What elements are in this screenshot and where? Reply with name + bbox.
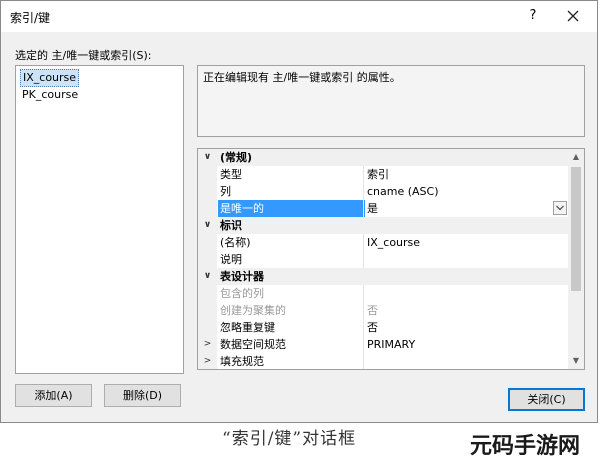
expand-toggle-icon[interactable]: > <box>198 353 217 369</box>
property-name: 列 <box>220 185 231 198</box>
expand-toggle-icon[interactable]: ∨ <box>198 149 217 166</box>
grid-category-row[interactable]: ∨ 表设计器 <box>198 268 569 285</box>
column-divider <box>363 251 364 268</box>
category-label: (常规) <box>220 151 253 164</box>
help-button[interactable]: ? <box>521 4 545 28</box>
dialog-title: 索引/键 <box>10 11 51 25</box>
description-box: 正在编辑现有 主/唯一键或索引 的属性。 <box>197 65 585 137</box>
property-value[interactable]: 是 <box>367 200 567 217</box>
grid-category-row[interactable]: ∨ 标识 <box>198 217 569 234</box>
expand-toggle-icon[interactable]: ∨ <box>198 268 217 285</box>
category-label: 标识 <box>220 219 242 232</box>
expand-toggle-icon[interactable]: ∨ <box>198 217 217 234</box>
column-divider <box>363 285 364 302</box>
delete-button[interactable]: 删除(D) <box>104 384 181 407</box>
grid-property-row[interactable]: 创建为聚集的 否 <box>198 302 569 319</box>
grid-property-row[interactable]: 忽略重复键 否 <box>198 319 569 336</box>
watermark-logo: 元码手游网 <box>470 434 581 459</box>
column-divider <box>363 319 364 336</box>
grid-property-row[interactable]: 包含的列 <box>198 285 569 302</box>
index-keys-dialog: 索引/键 ? 选定的 主/唯一键或索引(S): IX_course PK_cou… <box>0 0 598 423</box>
property-value[interactable]: 否 <box>367 319 567 336</box>
add-button[interactable]: 添加(A) <box>15 384 92 407</box>
grid-property-row[interactable]: 说明 <box>198 251 569 268</box>
chevron-down-icon[interactable] <box>553 201 567 215</box>
property-value[interactable]: 否 <box>367 302 567 319</box>
property-name: 包含的列 <box>220 287 264 300</box>
grid-gutter <box>198 166 217 183</box>
column-divider <box>363 353 364 369</box>
scroll-thumb[interactable] <box>571 167 581 291</box>
property-value[interactable]: cname (ASC) <box>367 183 567 200</box>
property-value[interactable] <box>367 285 567 302</box>
selected-index-label: 选定的 主/唯一键或索引(S): <box>15 49 152 62</box>
column-divider <box>363 302 364 319</box>
scroll-up-icon[interactable]: ▲ <box>568 149 584 165</box>
grid-category-row[interactable]: ∨ (常规) <box>198 149 569 166</box>
property-name: 忽略重复键 <box>220 321 275 334</box>
list-item-pk-course[interactable]: PK_course <box>20 87 80 103</box>
column-divider <box>363 200 364 217</box>
index-list[interactable]: IX_course PK_course <box>15 65 184 374</box>
grid-gutter <box>198 200 217 217</box>
property-value[interactable]: PRIMARY <box>367 336 567 353</box>
property-grid[interactable]: ∨ (常规) 类型 索引列 cname (ASC) 是唯一的是 ∨ 标识 (名称) IX_cour… <box>197 148 585 370</box>
column-divider <box>363 166 364 183</box>
category-label: 表设计器 <box>220 270 264 283</box>
grid-property-row[interactable]: (名称) IX_course <box>198 234 569 251</box>
grid-scrollbar[interactable]: ▲ ▼ <box>568 149 584 369</box>
column-divider <box>363 234 364 251</box>
close-button[interactable]: 关闭(C) <box>508 388 585 411</box>
grid-property-row[interactable]: 列 cname (ASC) <box>198 183 569 200</box>
grid-property-row[interactable]: 类型 索引 <box>198 166 569 183</box>
property-value[interactable]: IX_course <box>367 234 567 251</box>
grid-gutter <box>198 302 217 319</box>
property-name: 说明 <box>220 253 242 266</box>
property-name: 创建为聚集的 <box>220 304 286 317</box>
property-name: 填充规范 <box>220 355 264 368</box>
grid-gutter <box>198 319 217 336</box>
expand-toggle-icon[interactable]: > <box>198 336 217 353</box>
property-value[interactable] <box>367 353 567 369</box>
grid-gutter <box>198 285 217 302</box>
property-name: 类型 <box>220 168 242 181</box>
list-item-ix-course[interactable]: IX_course <box>20 69 80 87</box>
property-name: 数据空间规范 <box>220 338 286 351</box>
figure-caption: “索引/键”对话框 <box>222 429 357 449</box>
column-divider <box>363 183 364 200</box>
property-name: 是唯一的 <box>218 200 365 217</box>
grid-property-row[interactable]: > 填充规范 <box>198 353 569 369</box>
grid-property-row[interactable]: > 数据空间规范 PRIMARY <box>198 336 569 353</box>
column-divider <box>363 336 364 353</box>
grid-property-row[interactable]: 是唯一的是 <box>198 200 569 217</box>
scroll-down-icon[interactable]: ▼ <box>568 353 584 369</box>
property-value[interactable] <box>367 251 567 268</box>
grid-gutter <box>198 234 217 251</box>
grid-gutter <box>198 183 217 200</box>
title-bar: 索引/键 ? <box>1 1 597 32</box>
close-icon[interactable] <box>559 4 587 28</box>
property-value[interactable]: 索引 <box>367 166 567 183</box>
property-name: (名称) <box>220 236 251 249</box>
grid-gutter <box>198 251 217 268</box>
